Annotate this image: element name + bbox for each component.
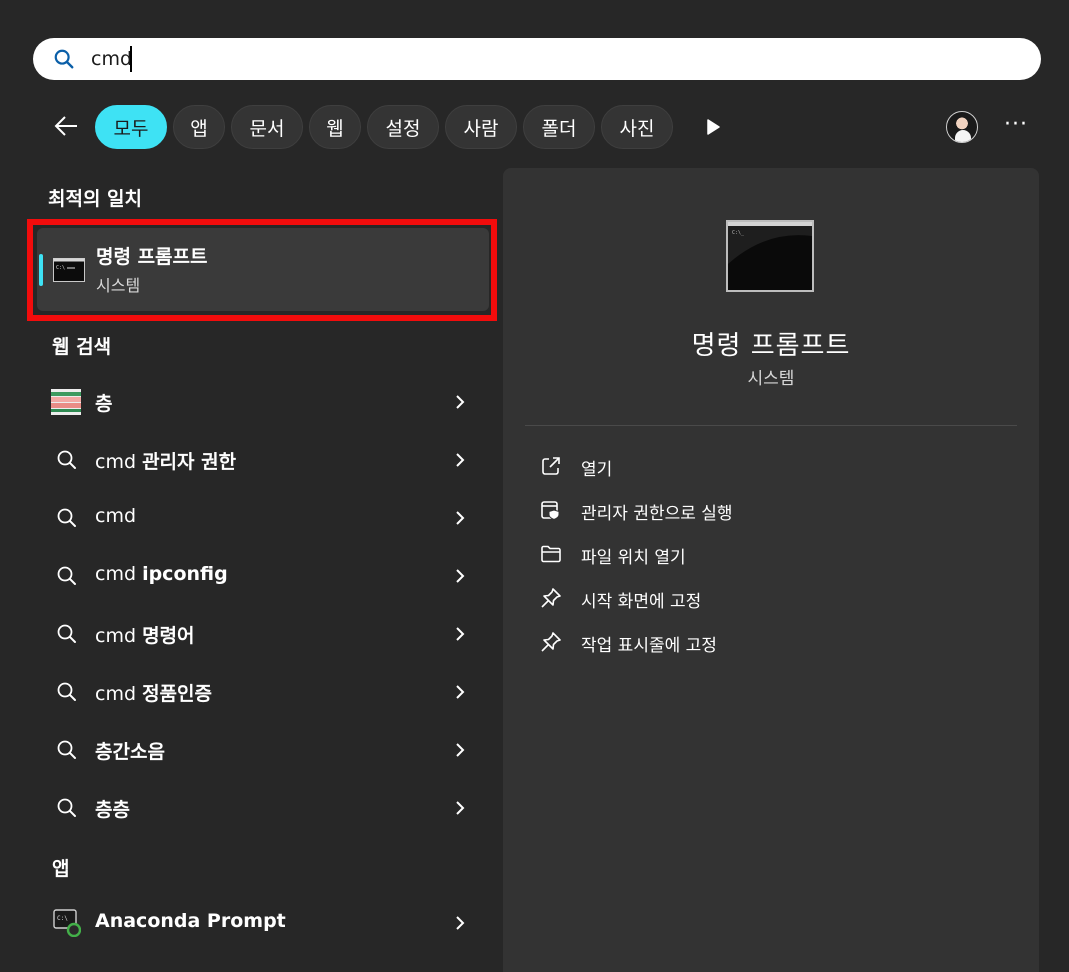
more-options-button[interactable]: ···	[1000, 112, 1032, 142]
chip-all[interactable]: 모두	[95, 105, 167, 149]
section-web-search: 웹 검색	[52, 336, 112, 358]
chevron-right-icon	[456, 801, 465, 815]
chevron-right-icon	[456, 395, 465, 409]
filter-chips: 모두 앱 문서 웹 설정 사람 폴더 사진	[95, 105, 673, 149]
app-label: Anaconda Prompt	[95, 910, 286, 932]
action-open[interactable]: 열기	[525, 446, 1017, 486]
pin-icon	[541, 632, 561, 652]
search-icon	[57, 566, 76, 585]
detail-title: 명령 프롬프트	[691, 331, 851, 361]
web-result-item[interactable]: cmd 명령어	[37, 608, 489, 660]
command-prompt-icon: C:\_	[726, 220, 814, 292]
svg-text:C:\: C:\	[56, 265, 65, 271]
action-pin-to-start[interactable]: 시작 화면에 고정	[525, 578, 1017, 618]
search-icon	[57, 624, 76, 643]
search-icon	[57, 682, 76, 701]
chip-documents[interactable]: 문서	[231, 105, 303, 149]
section-apps: 앱	[52, 858, 70, 880]
web-result-label: cmd	[95, 505, 137, 527]
chip-people[interactable]: 사람	[445, 105, 517, 149]
open-external-icon	[542, 457, 560, 475]
detail-panel: C:\_ 명령 프롬프트 시스템 열기 관리자 권한으로 실행 파일 위치 열기…	[503, 168, 1039, 972]
svg-text:C:\: C:\	[57, 915, 68, 922]
pin-icon	[541, 588, 561, 608]
action-label: 열기	[581, 460, 613, 480]
chevron-right-icon	[456, 569, 465, 583]
play-icon	[707, 119, 720, 135]
chip-web[interactable]: 웹	[309, 105, 361, 149]
shield-run-icon	[541, 501, 560, 521]
action-run-as-admin[interactable]: 관리자 권한으로 실행	[525, 490, 1017, 530]
divider	[525, 425, 1017, 426]
search-icon	[57, 450, 76, 469]
web-result-label: 층간소음	[95, 741, 165, 763]
chip-settings[interactable]: 설정	[367, 105, 439, 149]
selection-indicator	[39, 254, 43, 286]
action-label: 관리자 권한으로 실행	[581, 504, 733, 524]
web-result-label: cmd 정품인증	[95, 683, 212, 705]
search-icon	[57, 508, 76, 527]
chevron-right-icon	[456, 453, 465, 467]
arrow-left-icon	[54, 116, 77, 136]
search-input[interactable]	[91, 44, 991, 74]
web-result-item[interactable]: cmd 관리자 권한	[37, 434, 489, 486]
account-avatar[interactable]	[946, 111, 978, 143]
text-caret	[130, 46, 132, 72]
best-match-subtitle: 시스템	[96, 276, 141, 295]
web-result-item[interactable]: 층층	[37, 782, 489, 834]
action-open-file-location[interactable]: 파일 위치 열기	[525, 534, 1017, 574]
back-button[interactable]	[48, 108, 84, 144]
chevron-right-icon	[456, 916, 465, 930]
detail-subtitle: 시스템	[747, 369, 795, 389]
layer-image-icon	[51, 389, 81, 415]
action-label: 시작 화면에 고정	[581, 592, 702, 612]
folder-icon	[541, 545, 561, 563]
anaconda-prompt-icon: C:\	[53, 909, 81, 937]
svg-text:C:\_: C:\_	[732, 230, 745, 236]
chip-apps[interactable]: 앱	[173, 105, 225, 149]
web-result-item[interactable]: 층간소음	[37, 724, 489, 776]
section-best-match: 최적의 일치	[48, 188, 143, 210]
action-label: 파일 위치 열기	[581, 548, 686, 568]
search-icon	[57, 740, 76, 759]
chip-photos[interactable]: 사진	[601, 105, 673, 149]
best-match-item[interactable]: C:\ 명령 프롬프트 시스템	[37, 228, 489, 311]
web-result-label: cmd 관리자 권한	[95, 451, 237, 473]
chevron-right-icon	[456, 627, 465, 641]
command-prompt-icon: C:\	[53, 258, 85, 282]
action-pin-to-taskbar[interactable]: 작업 표시줄에 고정	[525, 622, 1017, 662]
chevron-right-icon	[456, 511, 465, 525]
web-result-item[interactable]: cmd 정품인증	[37, 666, 489, 718]
action-label: 작업 표시줄에 고정	[581, 636, 717, 656]
search-bar[interactable]	[33, 38, 1041, 80]
chevron-right-icon	[456, 743, 465, 757]
chip-folders[interactable]: 폴더	[523, 105, 595, 149]
search-icon	[57, 798, 76, 817]
web-result-label: 층	[95, 393, 113, 415]
more-filters-button[interactable]	[700, 114, 726, 140]
web-result-item[interactable]: cmd ipconfig	[37, 550, 489, 602]
web-result-item[interactable]: cmd	[37, 492, 489, 544]
web-result-label: 층층	[95, 799, 130, 821]
web-result-item[interactable]: 층	[37, 376, 489, 428]
best-match-title: 명령 프롬프트	[96, 246, 208, 268]
app-item-anaconda-prompt[interactable]: C:\ Anaconda Prompt	[37, 897, 489, 949]
search-icon	[54, 49, 74, 69]
chevron-right-icon	[456, 685, 465, 699]
web-result-label: cmd 명령어	[95, 625, 195, 647]
web-result-label: cmd ipconfig	[95, 563, 228, 585]
